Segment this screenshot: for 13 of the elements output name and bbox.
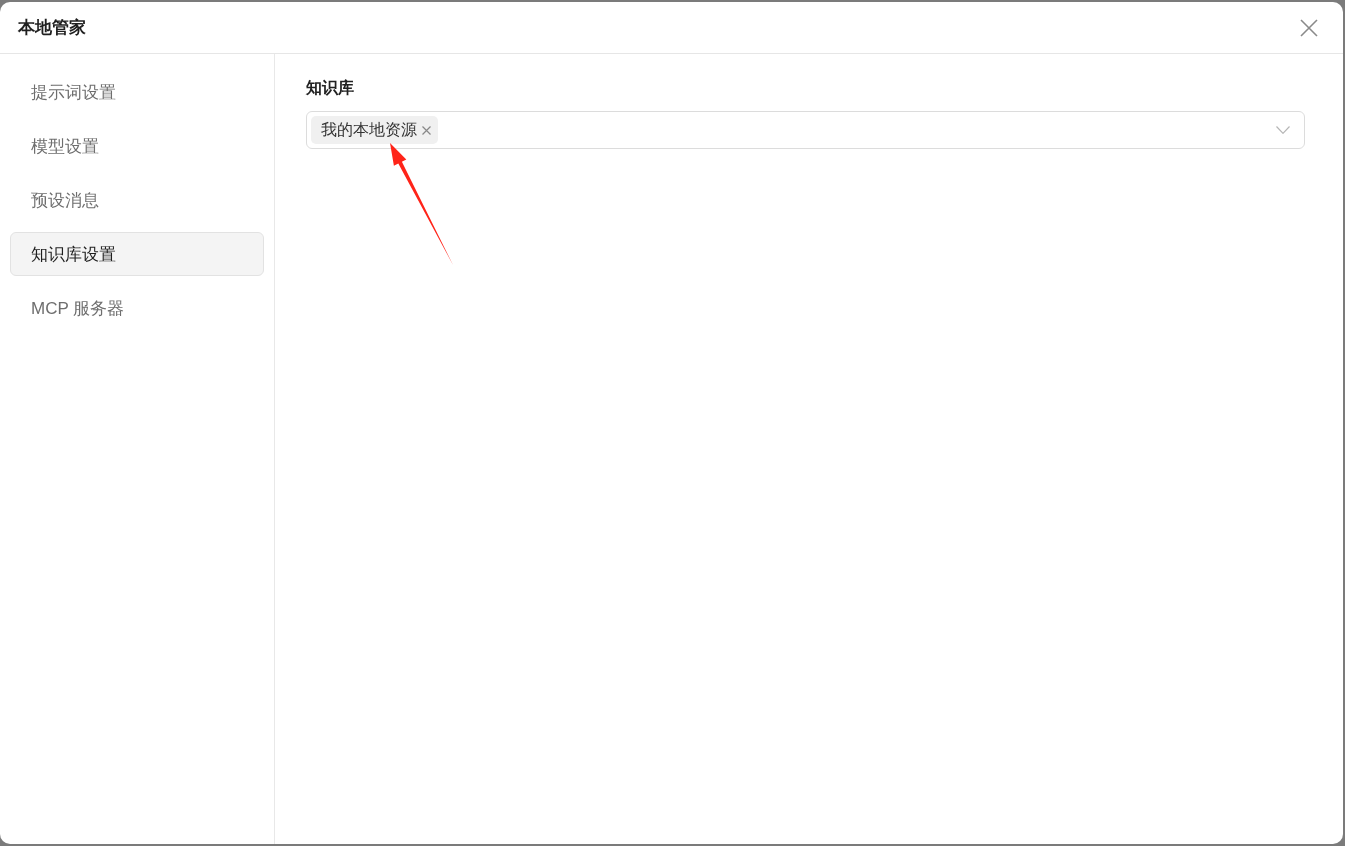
close-button[interactable] — [1299, 17, 1319, 38]
sidebar-item[interactable]: 知识库设置 — [10, 232, 264, 276]
remove-tag-icon[interactable] — [422, 125, 431, 135]
sidebar-item[interactable]: 预设消息 — [10, 178, 264, 222]
tag-label: 我的本地资源 — [321, 119, 417, 140]
sidebar-item[interactable]: MCP 服务器 — [10, 286, 264, 330]
sidebar-item[interactable]: 模型设置 — [10, 124, 264, 168]
close-icon — [1300, 18, 1318, 37]
field-label: 知识库 — [306, 78, 355, 98]
knowledge-base-select[interactable]: 我的本地资源 — [306, 111, 1305, 149]
dialog-title: 本地管家 — [18, 17, 86, 39]
sidebar-item[interactable]: 提示词设置 — [10, 70, 264, 114]
chevron-down-icon — [1276, 126, 1290, 134]
